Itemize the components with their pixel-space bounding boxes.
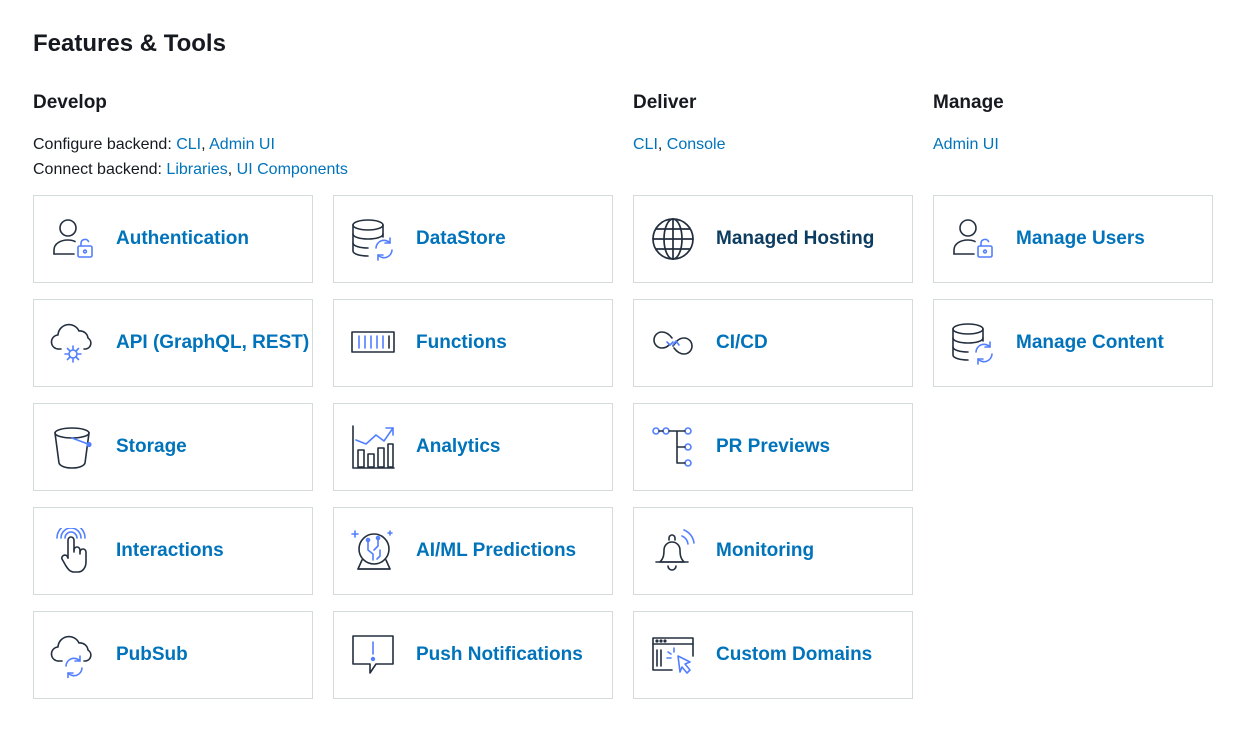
custom-domains-label: Custom Domains: [716, 644, 873, 665]
manage-users-label: Manage Users: [1016, 228, 1145, 249]
connect-backend-label: Connect backend:: [33, 161, 167, 178]
ai-ml-predictions-card[interactable]: AI/ML Predictions: [333, 507, 613, 595]
deliver-console-link[interactable]: Console: [667, 136, 726, 153]
connect-libraries-link[interactable]: Libraries: [166, 161, 227, 178]
message-alert-icon: [350, 632, 396, 678]
manage-link-row: Admin UI: [933, 132, 1213, 157]
ci-cd-card[interactable]: CI/CD: [633, 299, 913, 387]
user-lock-icon: [50, 216, 96, 262]
bucket-icon: [50, 424, 96, 470]
database-sync-icon: [950, 320, 996, 366]
link-separator: ,: [201, 136, 210, 153]
authentication-card[interactable]: Authentication: [33, 195, 313, 283]
function-bars-icon: [350, 320, 396, 366]
push-notifications-card[interactable]: Push Notifications: [333, 611, 613, 699]
globe-icon: [650, 216, 696, 262]
browser-cursor-icon: [650, 632, 696, 678]
page-title: Features & Tools: [33, 30, 226, 57]
manage-admin-ui-link[interactable]: Admin UI: [933, 136, 999, 153]
manage-heading: Manage: [933, 92, 1004, 113]
deliver-link-row: CLI, Console: [633, 132, 913, 157]
interactions-label: Interactions: [116, 540, 224, 561]
managed-hosting-label: Managed Hosting: [716, 228, 875, 249]
user-lock-icon: [950, 216, 996, 262]
api-label: API (GraphQL, REST): [116, 332, 310, 353]
cloud-gear-icon: [50, 320, 96, 366]
ai-ml-predictions-label: AI/ML Predictions: [416, 540, 577, 561]
infinity-loop-icon: [650, 320, 696, 366]
develop-grid: Authentication DataStore API (GraphQL, R…: [33, 195, 613, 699]
touch-hand-icon: [50, 528, 96, 574]
api-card[interactable]: API (GraphQL, REST): [33, 299, 313, 387]
develop-links: Configure backend: CLI, Admin UI Connect…: [33, 132, 613, 182]
functions-card[interactable]: Functions: [333, 299, 613, 387]
deliver-grid: Managed Hosting CI/CD PR Previews Monito…: [633, 195, 913, 699]
manage-links: Admin UI: [933, 132, 1213, 182]
functions-label: Functions: [416, 332, 507, 353]
deliver-links: CLI, Console: [633, 132, 913, 182]
analytics-label: Analytics: [416, 436, 501, 457]
authentication-label: Authentication: [116, 228, 249, 249]
cloud-sync-icon: [50, 632, 96, 678]
ci-cd-label: CI/CD: [716, 332, 768, 353]
connect-backend-row: Connect backend: Libraries, UI Component…: [33, 157, 613, 182]
configure-backend-label: Configure backend:: [33, 136, 177, 153]
storage-card[interactable]: Storage: [33, 403, 313, 491]
storage-label: Storage: [116, 436, 187, 457]
deliver-heading: Deliver: [633, 92, 697, 113]
monitoring-label: Monitoring: [716, 540, 815, 561]
pr-previews-label: PR Previews: [716, 436, 831, 457]
manage-grid: Manage Users Manage Content: [933, 195, 1213, 387]
configure-backend-row: Configure backend: CLI, Admin UI: [33, 132, 613, 157]
link-separator: ,: [657, 136, 667, 153]
interactions-card[interactable]: Interactions: [33, 507, 313, 595]
analytics-card[interactable]: Analytics: [333, 403, 613, 491]
manage-section: Manage Admin UI Manage Users Manage Cont…: [933, 92, 1213, 387]
link-separator: ,: [227, 161, 237, 178]
database-sync-icon: [350, 216, 396, 262]
pubsub-card[interactable]: PubSub: [33, 611, 313, 699]
configure-admin-ui-link[interactable]: Admin UI: [209, 136, 275, 153]
crystal-ball-icon: [350, 528, 396, 574]
bell-signal-icon: [650, 528, 696, 574]
branch-tree-icon: [650, 424, 696, 470]
pubsub-label: PubSub: [116, 644, 188, 665]
bar-chart-trend-icon: [350, 424, 396, 470]
deliver-section: Deliver CLI, Console Managed Hosting CI/…: [633, 92, 913, 699]
manage-users-card[interactable]: Manage Users: [933, 195, 1213, 283]
manage-content-label: Manage Content: [1016, 332, 1164, 353]
custom-domains-card[interactable]: Custom Domains: [633, 611, 913, 699]
deliver-cli-link[interactable]: CLI: [633, 136, 658, 153]
datastore-card[interactable]: DataStore: [333, 195, 613, 283]
push-notifications-label: Push Notifications: [416, 644, 583, 665]
pr-previews-card[interactable]: PR Previews: [633, 403, 913, 491]
manage-content-card[interactable]: Manage Content: [933, 299, 1213, 387]
configure-cli-link[interactable]: CLI: [176, 136, 201, 153]
datastore-label: DataStore: [416, 228, 506, 249]
managed-hosting-card[interactable]: Managed Hosting: [633, 195, 913, 283]
develop-heading: Develop: [33, 92, 107, 113]
monitoring-card[interactable]: Monitoring: [633, 507, 913, 595]
connect-ui-components-link[interactable]: UI Components: [237, 161, 348, 178]
develop-section: Develop Configure backend: CLI, Admin UI…: [33, 92, 613, 699]
